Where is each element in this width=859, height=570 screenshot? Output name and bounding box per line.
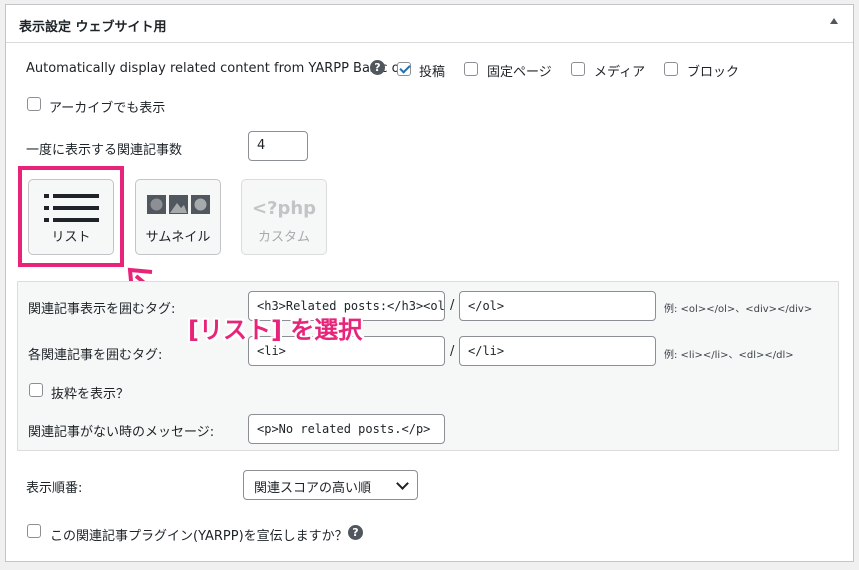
page-label: 固定ページ (487, 65, 552, 80)
order-label: 表示順番: (26, 481, 83, 496)
collapse-toggle-icon[interactable] (830, 18, 838, 24)
template-custom-button[interactable]: <?php カスタム (241, 179, 327, 255)
panel-title: 表示設定 ウェブサイト用 (19, 20, 167, 35)
thumbnail-icon (147, 195, 210, 214)
noresults-input[interactable]: <p>No related posts.</p> (248, 414, 445, 444)
post-checkbox[interactable] (397, 62, 411, 76)
media-label: メディア (594, 65, 646, 80)
post-label: 投稿 (419, 65, 446, 80)
order-selected-value: 関連スコアの高い順 (254, 481, 372, 496)
template-custom-label: カスタム (257, 230, 310, 245)
media-checkbox[interactable] (571, 62, 585, 76)
archive-label: アーカイブでも表示 (49, 101, 166, 116)
chevron-down-icon (396, 477, 409, 490)
wrap-after-input[interactable]: </ol> (459, 291, 656, 321)
count-label: 一度に表示する関連記事数 (26, 143, 183, 158)
excerpt-checkbox[interactable] (29, 383, 43, 397)
noresults-label: 関連記事がない時のメッセージ: (28, 425, 215, 440)
archive-checkbox[interactable] (27, 97, 41, 111)
list-highlight-box (18, 166, 124, 267)
promote-checkbox[interactable] (27, 524, 41, 538)
item-example: 例: <li></li>、<dl></dl> (664, 350, 794, 361)
item-after-input[interactable]: </li> (459, 336, 656, 366)
wrap-slash: / (450, 298, 455, 313)
item-slash: / (450, 344, 455, 359)
annotation-text: [リスト] を選択 (188, 316, 363, 344)
promote-label: この関連記事プラグイン(YARPP)を宣伝しますか？ (50, 529, 348, 544)
wrap-example: 例: <ol></ol>、<div></div> (664, 304, 813, 315)
php-icon: <?php (251, 198, 317, 219)
excerpt-label: 抜粋を表示？ (51, 387, 130, 402)
item-tag-label: 各関連記事を囲むタグ: (28, 348, 163, 363)
promote-help-icon[interactable]: ? (348, 525, 363, 540)
block-label: ブロック (687, 65, 740, 80)
help-icon[interactable]: ? (370, 60, 385, 75)
page-checkbox[interactable] (464, 62, 478, 76)
block-checkbox[interactable] (664, 62, 678, 76)
count-input[interactable]: 4 (248, 131, 308, 161)
auto-display-label: Automatically display related content fr… (26, 61, 413, 76)
template-thumbnail-label: サムネイル (145, 230, 211, 245)
wrap-tag-label: 関連記事表示を囲むタグ: (28, 302, 176, 317)
panel-header[interactable]: 表示設定 ウェブサイト用 (6, 5, 853, 43)
template-thumbnail-button[interactable]: サムネイル (135, 179, 221, 255)
order-select[interactable]: 関連スコアの高い順 (243, 470, 418, 500)
